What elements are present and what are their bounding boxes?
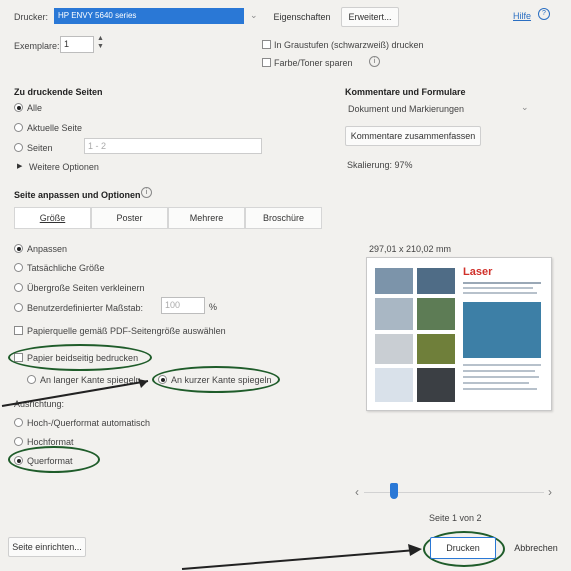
preview-photo (417, 298, 455, 330)
custom-scale-input[interactable]: 100 (161, 297, 205, 314)
preview-text-line (463, 382, 529, 384)
copies-input[interactable]: 1 (60, 36, 94, 53)
preview-photo (375, 298, 413, 330)
comments-select-value: Dokument und Markierungen (348, 104, 465, 114)
pages-all-radio[interactable] (14, 103, 23, 112)
preview-text-line (463, 388, 537, 390)
preview-text-line (463, 292, 537, 294)
preview-photo (375, 368, 413, 402)
comments-dropdown-chevron-icon: ⌄ (521, 102, 529, 112)
arrow-to-flip-short-icon (1, 379, 149, 407)
more-options-triangle-icon[interactable]: ▶ (17, 162, 22, 170)
preview-brand-text: Laser (463, 266, 493, 278)
size-actual-label: Tatsächliche Größe (27, 263, 105, 273)
tab-poster-label: Poster (116, 213, 143, 223)
preview-next-button[interactable]: › (548, 485, 552, 499)
tab-booklet-label: Broschüre (262, 213, 305, 223)
preview-photo (417, 268, 455, 294)
page-options-heading: Seite anpassen und Optionen (14, 190, 141, 200)
paper-source-checkbox[interactable] (14, 326, 23, 335)
preview-photo (463, 302, 541, 358)
preview-photo (417, 368, 455, 402)
comments-select[interactable]: Dokument und Markierungen ⌄ (345, 100, 530, 118)
preview-text-line (463, 376, 539, 378)
printer-select-value: HP ENVY 5640 series (58, 11, 137, 20)
grayscale-checkbox[interactable] (262, 40, 271, 49)
scale-text: Skalierung: 97% (347, 160, 413, 170)
preview-text-line (463, 287, 533, 289)
page-setup-button[interactable]: Seite einrichten... (8, 537, 86, 557)
pages-range-label: Seiten (27, 143, 53, 153)
flip-short-highlight-marker (152, 366, 280, 393)
orientation-auto-label: Hoch-/Querformat automatisch (27, 418, 151, 428)
pages-range-radio[interactable] (14, 143, 23, 152)
comments-heading: Kommentare und Formulare (345, 87, 466, 97)
arrow-to-print-icon (181, 544, 422, 570)
pages-range-input[interactable]: 1 - 2 (84, 138, 262, 154)
print-button[interactable]: Drucken (430, 537, 496, 559)
preview-photo (375, 268, 413, 294)
preview-prev-button[interactable]: ‹ (355, 485, 359, 499)
pages-to-print-heading: Zu druckende Seiten (14, 87, 103, 97)
pages-all-label: Alle (27, 103, 43, 113)
cancel-button[interactable]: Abbrechen (506, 537, 566, 559)
grayscale-label: In Graustufen (schwarzweiß) drucken (274, 40, 424, 50)
copies-stepper-icon[interactable]: ▲ ▼ (97, 35, 104, 51)
size-shrink-label: Übergroße Seiten verkleinern (27, 283, 145, 293)
info-icon[interactable]: i (369, 56, 380, 67)
pages-current-label: Aktuelle Seite (27, 123, 83, 133)
properties-button[interactable]: Eigenschaften (264, 7, 340, 27)
page-options-info-icon[interactable]: i (141, 187, 152, 198)
size-fit-radio[interactable] (14, 244, 23, 253)
size-fit-label: Anpassen (27, 244, 68, 254)
orientation-auto-radio[interactable] (14, 418, 23, 427)
tab-booklet[interactable]: Broschüre (245, 207, 322, 229)
preview-text-line (463, 370, 535, 372)
preview-page: Laser (366, 257, 552, 411)
page-counter: Seite 1 von 2 (429, 513, 482, 523)
size-custom-radio[interactable] (14, 303, 23, 312)
size-shrink-radio[interactable] (14, 283, 23, 292)
preview-dimensions: 297,01 x 210,02 mm (369, 244, 452, 254)
size-custom-label: Benutzerdefinierter Maßstab: (27, 303, 144, 313)
save-toner-checkbox[interactable] (262, 58, 271, 67)
summarize-comments-button[interactable]: Kommentare zusammenfassen (345, 126, 481, 146)
copies-label: Exemplare: (14, 41, 60, 51)
paper-source-label: Papierquelle gemäß PDF-Seitengröße auswä… (27, 326, 226, 336)
tab-multiple-label: Mehrere (189, 213, 224, 223)
more-options-link[interactable]: Weitere Optionen (29, 162, 99, 172)
save-toner-label: Farbe/Toner sparen (274, 58, 353, 68)
tab-size-label: Größe (39, 213, 66, 223)
advanced-button[interactable]: Erweitert... (341, 7, 399, 27)
preview-photo (375, 334, 413, 364)
printer-label: Drucker: (14, 12, 49, 22)
landscape-highlight-marker (8, 446, 100, 473)
size-actual-radio[interactable] (14, 263, 23, 272)
printer-dropdown-chevron-icon[interactable]: ⌄ (250, 10, 258, 21)
preview-text-line (463, 364, 541, 366)
preview-slider-thumb[interactable] (390, 483, 398, 499)
help-icon[interactable]: ? (538, 8, 550, 20)
preview-text-line (463, 282, 541, 284)
tab-poster[interactable]: Poster (91, 207, 168, 229)
tab-multiple[interactable]: Mehrere (168, 207, 245, 229)
tab-size[interactable]: Größe (14, 207, 91, 229)
help-link[interactable]: Hilfe (513, 11, 531, 21)
pages-current-radio[interactable] (14, 123, 23, 132)
printer-select[interactable]: HP ENVY 5640 series (54, 8, 244, 24)
orientation-portrait-radio[interactable] (14, 437, 23, 446)
custom-scale-unit: % (209, 302, 218, 312)
preview-photo (417, 334, 455, 364)
duplex-highlight-marker (8, 344, 152, 371)
